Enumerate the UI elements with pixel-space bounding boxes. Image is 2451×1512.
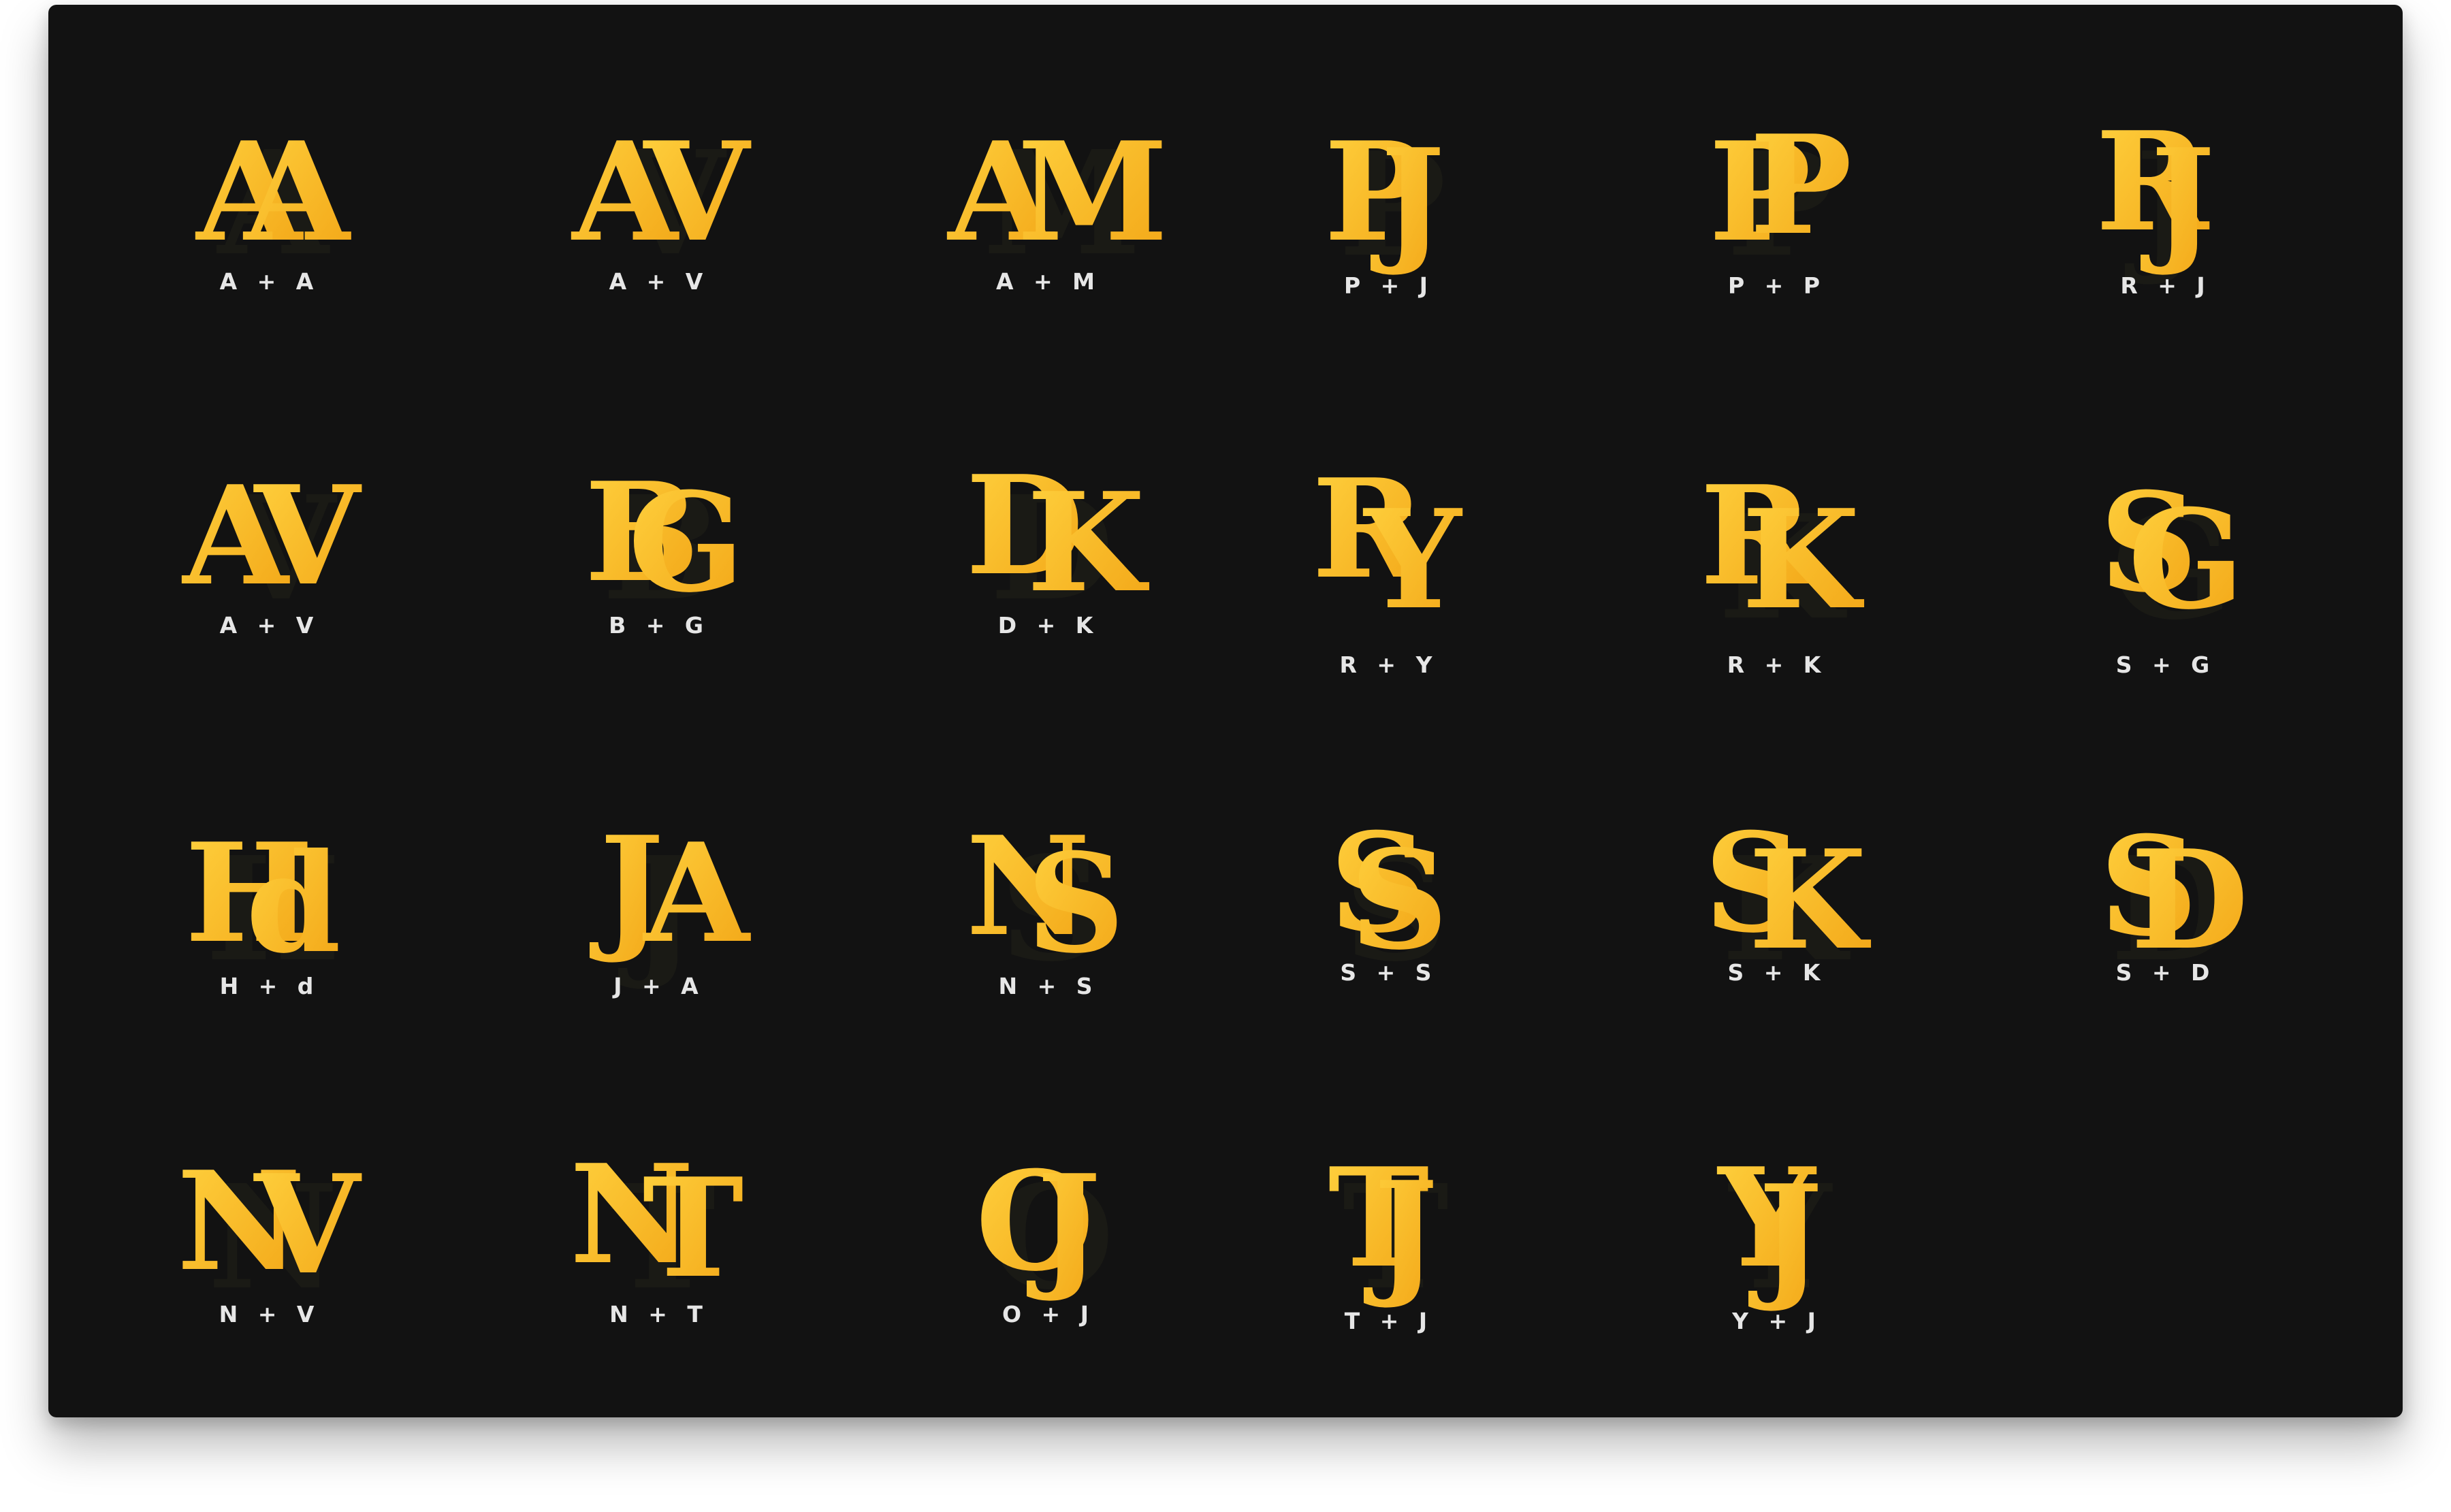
monogram-logo: P P P (1634, 76, 1920, 289)
monogram-logo: H H d (127, 781, 413, 993)
monogram-logo: S S S (1246, 781, 1532, 993)
monogram-second-letter: J (1027, 1145, 1102, 1305)
monogram-label: R + J (2120, 272, 2211, 299)
monogram-label: S + D (2115, 959, 2216, 986)
monogram-label: S + K (1727, 959, 1827, 986)
monogram-second-letter: J (1748, 1155, 1823, 1315)
monogram-second-letter: J (1364, 1152, 1439, 1312)
monogram-logo: K S K (1634, 781, 1920, 993)
monogram-logo: O O J (906, 1109, 1191, 1321)
monogram-tile: S N S N + S (906, 781, 1191, 1067)
monogram-logo: G S G (2023, 434, 2309, 652)
monogram-logo: M A M (906, 76, 1191, 287)
monogram-label: Y + J (1732, 1308, 1822, 1334)
monogram-logo: T N T (516, 1109, 802, 1321)
monogram-second-letter: A (242, 112, 351, 272)
monogram-logo: R Y (1246, 434, 1532, 640)
monogram-tile: D D K D + K (906, 420, 1191, 706)
monogram-tile: B B G B + G (516, 420, 802, 706)
monogram-logo: S N S (906, 781, 1191, 993)
monogram-second-letter: K (1742, 480, 1864, 640)
monogram-second-letter: J (2141, 119, 2215, 279)
monogram-second-letter: A (642, 814, 751, 974)
monogram-logo: J J A (516, 781, 802, 993)
monogram-second-letter: D (2130, 820, 2248, 980)
monogram-second-letter: S (1350, 820, 1448, 980)
monogram-second-letter: J (1371, 119, 1445, 279)
monogram-tile: G S G S + G (2023, 434, 2309, 720)
monogram-label: A + V (609, 268, 709, 295)
monogram-label: N + V (219, 1301, 321, 1328)
monogram-label: H + d (219, 973, 320, 999)
monogram-second-letter: G (628, 463, 745, 623)
monogram-label: S + G (2115, 652, 2216, 678)
monogram-label: R + Y (1339, 652, 1439, 678)
monogram-label: R + K (1727, 652, 1827, 678)
monogram-logo: B B G (516, 420, 802, 632)
monogram-label: B + G (609, 612, 709, 639)
monogram-second-letter: Y (1363, 480, 1463, 640)
monogram-label: A + M (995, 268, 1101, 295)
monogram-second-letter: V (253, 1145, 362, 1305)
monogram-second-letter: T (643, 1148, 744, 1308)
monogram-second-letter: K (1748, 820, 1871, 980)
monogram-tile: M A M A + M (906, 76, 1191, 362)
monogram-second-letter: G (2128, 480, 2245, 640)
monogram-label: N + S (998, 973, 1099, 999)
monogram-label: A + A (219, 268, 320, 295)
monogram-tile: K R K R + K (1634, 434, 1920, 720)
monogram-logo: K R K (1634, 434, 1920, 652)
monogram-label: O + J (1002, 1301, 1095, 1328)
monogram-tile: K S K S + K (1634, 781, 1920, 1067)
monogram-tile: V A V A + V (516, 76, 802, 362)
monogram-logo: V A V (516, 76, 802, 287)
monogram-label: N + T (609, 1301, 709, 1328)
monogram-label: A + V (219, 612, 320, 639)
monogram-tile: N N V N + V (127, 1109, 413, 1395)
monogram-label: J + A (613, 973, 705, 999)
monogram-tile: S S S S + S (1246, 781, 1532, 1067)
monogram-tile: D S D S + D (2023, 781, 2309, 1067)
monogram-second-letter: d (246, 824, 341, 984)
monogram-tile: J J A J + A (516, 781, 802, 1067)
monogram-second-letter: K (1027, 463, 1149, 623)
monogram-logo: D S D (2023, 781, 2309, 993)
monogram-tile: A A A A + A (127, 76, 413, 362)
monogram-second-letter: P (1750, 106, 1852, 266)
monogram-second-letter: V (253, 456, 362, 616)
monogram-label: P + J (1343, 272, 1435, 299)
monogram-logo: P P J (1246, 76, 1532, 289)
monogram-label: S + S (1340, 959, 1438, 986)
monogram-second-letter: V (642, 112, 752, 272)
monogram-tile: P P P P + P (1634, 76, 1920, 362)
monogram-logo: Y Y J (1634, 1109, 1920, 1321)
monogram-tile: Y Y J Y + J (1634, 1109, 1920, 1395)
monogram-tile: V A V A + V (127, 420, 413, 706)
monogram-second-letter: M (1017, 112, 1168, 272)
monogram-logo: J R J (2023, 76, 2309, 289)
monogram-logo: N N V (127, 1109, 413, 1321)
monogram-logo: T T J (1246, 1109, 1532, 1321)
monogram-tile: P P J P + J (1246, 76, 1532, 362)
monogram-tile: O O J O + J (906, 1109, 1191, 1395)
monogram-logo: A A A (127, 76, 413, 287)
monogram-logo: D D K (906, 420, 1191, 632)
monogram-logo: V A V (127, 420, 413, 632)
monogram-second-letter: S (1027, 824, 1125, 984)
monogram-sheet: A A A A + A V A V A + V M A M A + M P P … (48, 5, 2403, 1417)
monogram-tile: T T J T + J (1246, 1109, 1532, 1395)
monogram-tile: J R J R + J (2023, 76, 2309, 362)
monogram-tile: T N T N + T (516, 1109, 802, 1395)
monogram-tile: R Y R + Y (1246, 434, 1532, 720)
monogram-label: P + P (1728, 272, 1826, 299)
monogram-label: T + J (1344, 1308, 1434, 1334)
monogram-tile: H H d H + d (127, 781, 413, 1067)
monogram-label: D + K (997, 612, 1100, 639)
